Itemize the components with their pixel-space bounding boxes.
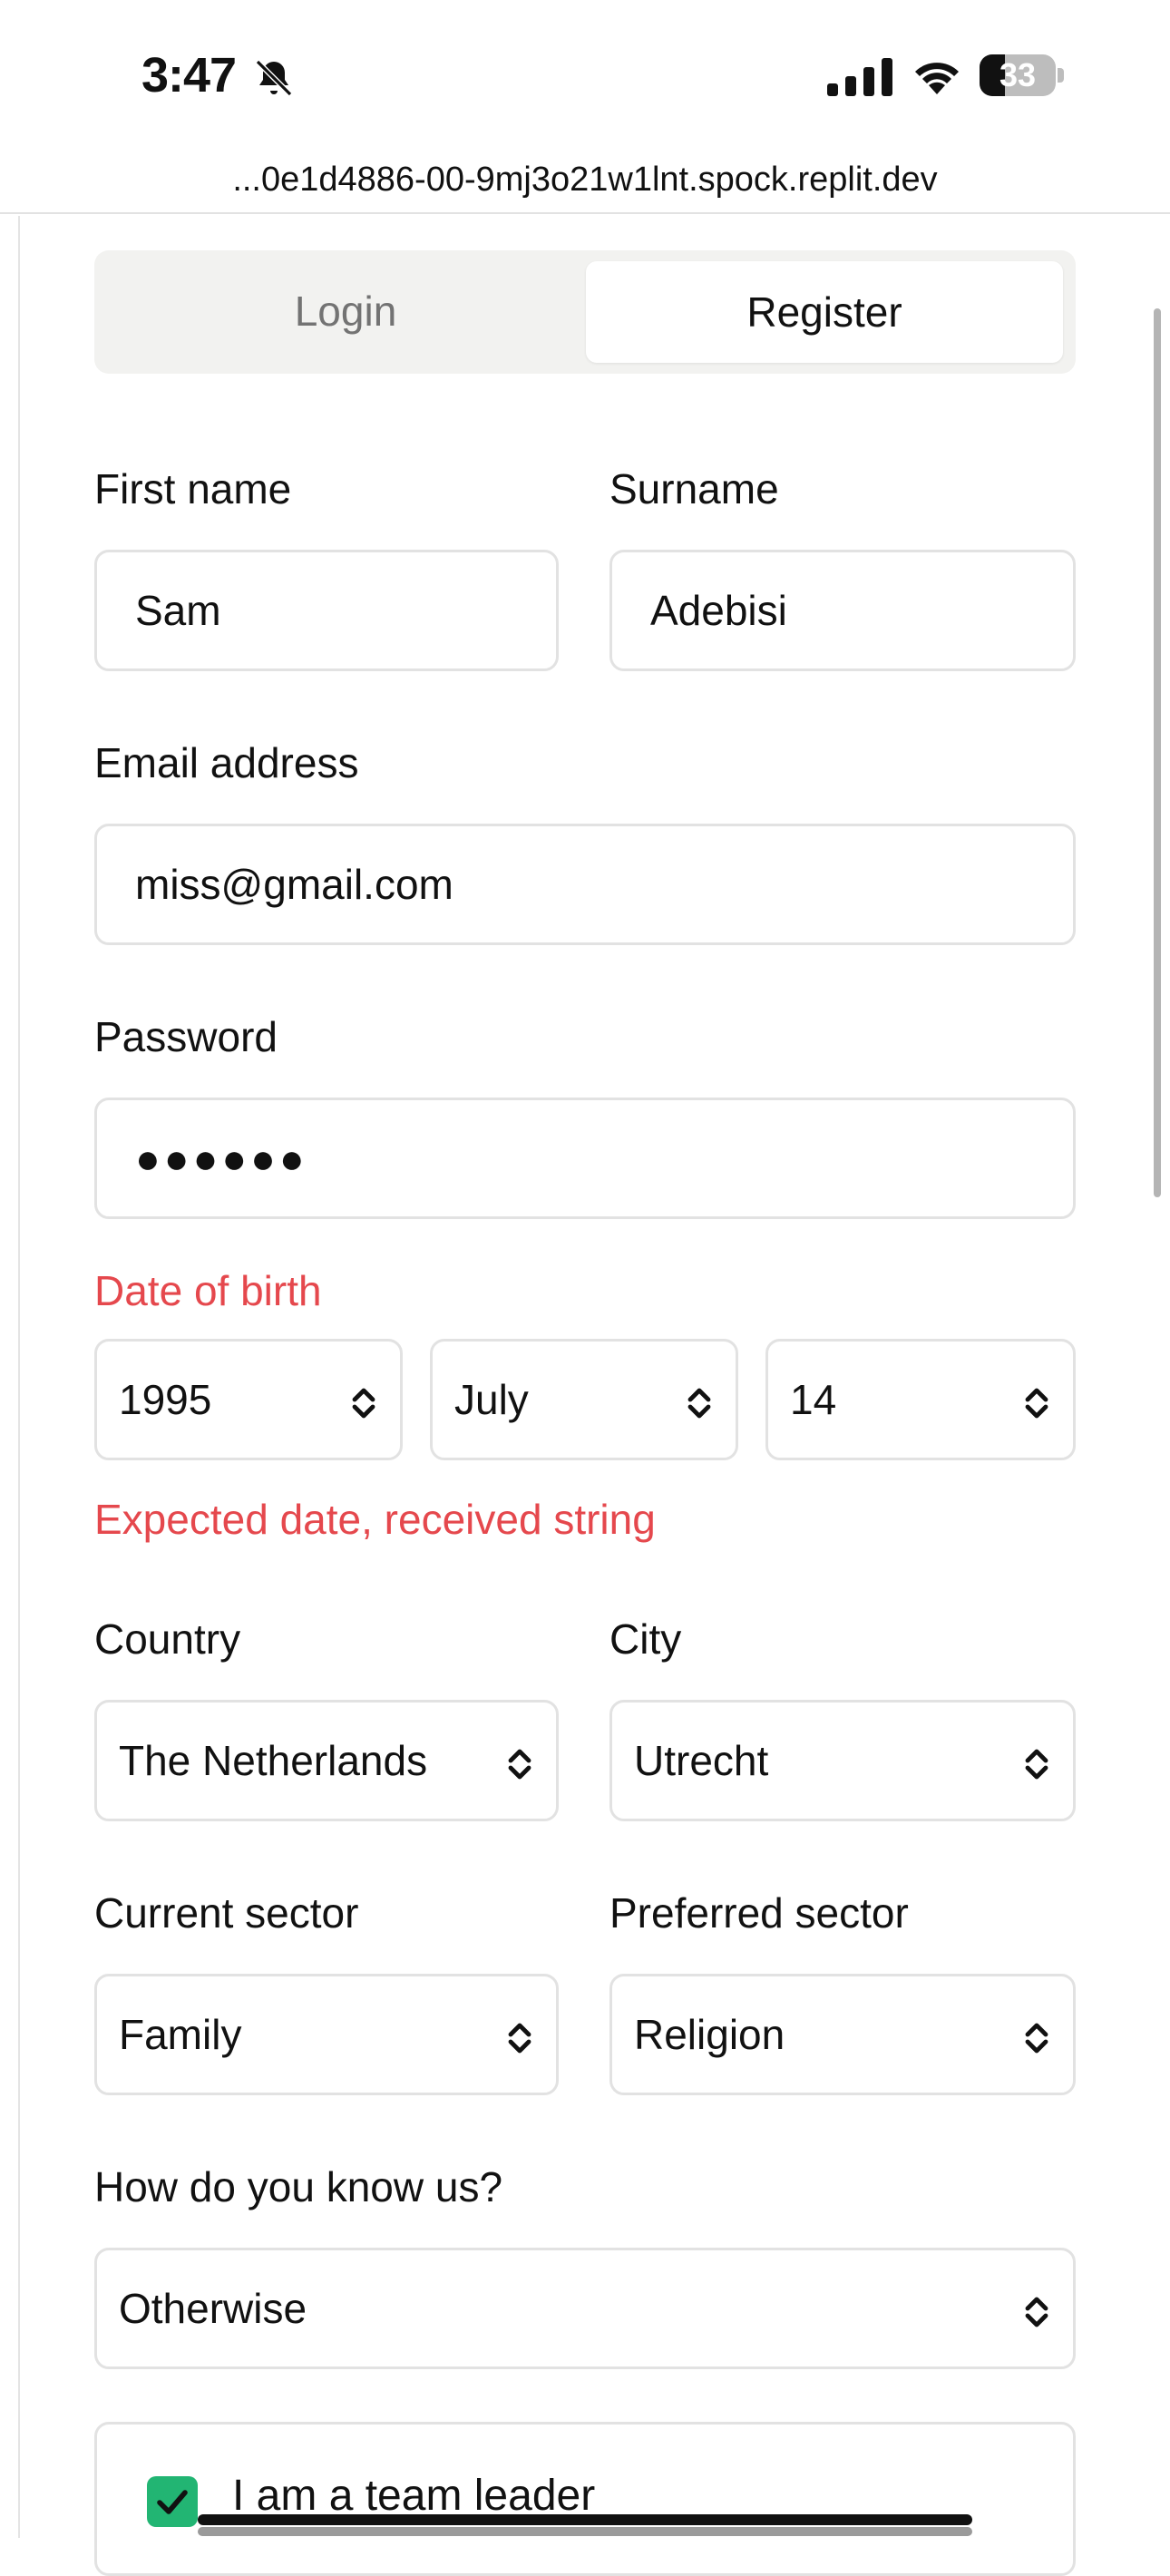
preferred-sector-select[interactable]: Religion — [609, 1974, 1076, 2095]
surname-label: Surname — [609, 465, 779, 512]
check-icon — [157, 2490, 188, 2514]
chevron-up-down-icon — [687, 1388, 711, 1419]
city-select[interactable]: Utrecht — [609, 1700, 1076, 1821]
home-indicator-shadow — [198, 2527, 972, 2536]
first-name-input[interactable]: Sam — [94, 550, 559, 671]
chevron-up-down-icon — [1025, 1388, 1048, 1419]
email-label: Email address — [94, 739, 359, 786]
surname-input[interactable]: Adebisi — [609, 550, 1076, 671]
cellular-signal-icon — [827, 58, 892, 96]
current-sector-select[interactable]: Family — [94, 1974, 559, 2095]
wifi-icon — [915, 63, 959, 94]
chevron-up-down-icon — [352, 1388, 375, 1419]
password-label: Password — [94, 1013, 278, 1060]
password-input[interactable]: ●●●●●● — [94, 1098, 1076, 1219]
browser-url[interactable]: ...0e1d4886-00-9mj3o21w1lnt.spock.replit… — [0, 145, 1170, 214]
dob-month-value: July — [454, 1376, 529, 1423]
preferred-sector-label: Preferred sector — [609, 1889, 909, 1937]
battery-icon: 33 — [980, 54, 1065, 96]
chevron-up-down-icon — [1025, 1749, 1048, 1780]
country-value: The Netherlands — [119, 1737, 428, 1784]
team-leader-checkbox[interactable] — [147, 2476, 198, 2527]
battery-percentage: 33 — [999, 56, 1037, 93]
country-select[interactable]: The Netherlands — [94, 1700, 559, 1821]
chevron-up-down-icon — [508, 2023, 531, 2054]
dob-label: Date of birth — [94, 1267, 322, 1314]
country-label: Country — [94, 1615, 241, 1663]
first-name-label: First name — [94, 465, 292, 512]
chevron-up-down-icon — [1025, 2023, 1048, 2054]
dob-error-message: Expected date, received string — [94, 1496, 656, 1543]
city-label: City — [609, 1615, 682, 1663]
status-time: 3:47 — [141, 48, 237, 102]
current-sector-value: Family — [119, 2011, 242, 2058]
bell-slash-icon — [255, 59, 293, 97]
scrollbar[interactable] — [1154, 308, 1161, 1197]
referral-value: Otherwise — [119, 2285, 307, 2332]
chevron-up-down-icon — [508, 1749, 531, 1780]
dob-day-value: 14 — [790, 1376, 837, 1423]
home-indicator[interactable] — [198, 2514, 972, 2525]
referral-select[interactable]: Otherwise — [94, 2248, 1076, 2369]
team-leader-label: I am a team leader — [232, 2472, 596, 2520]
tab-login[interactable]: Login — [103, 261, 588, 361]
chevron-up-down-icon — [1025, 2297, 1048, 2327]
preferred-sector-value: Religion — [634, 2011, 785, 2058]
city-value: Utrecht — [634, 1737, 769, 1784]
page-border — [18, 216, 20, 2538]
email-input[interactable]: miss@gmail.com — [94, 824, 1076, 945]
tab-register[interactable]: Register — [586, 261, 1063, 363]
dob-month-select[interactable]: July — [430, 1339, 738, 1460]
dob-day-select[interactable]: 14 — [765, 1339, 1076, 1460]
dob-year-value: 1995 — [119, 1376, 212, 1423]
current-sector-label: Current sector — [94, 1889, 359, 1937]
referral-label: How do you know us? — [94, 2163, 503, 2210]
dob-year-select[interactable]: 1995 — [94, 1339, 403, 1460]
